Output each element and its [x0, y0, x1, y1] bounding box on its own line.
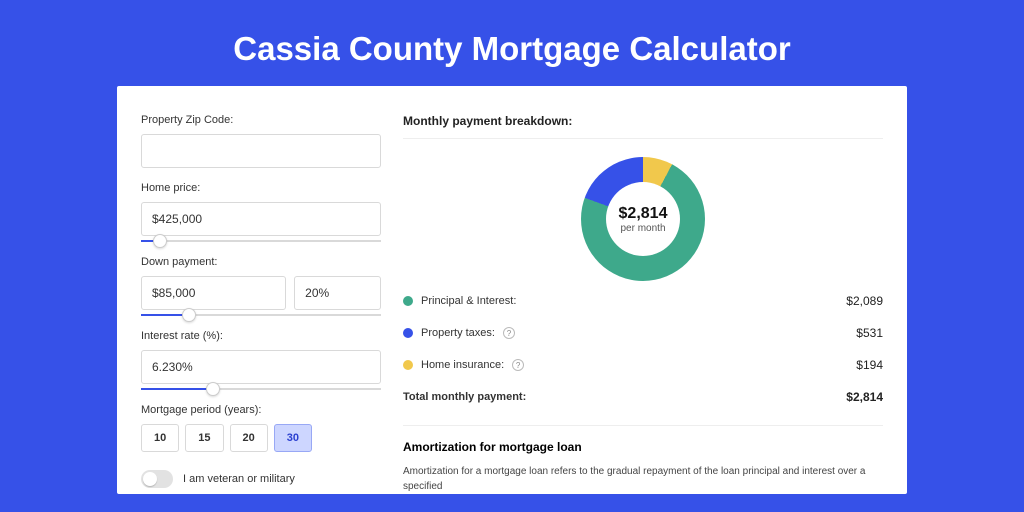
breakdown-label: Home insurance:: [421, 359, 504, 371]
total-label: Total monthly payment:: [403, 391, 526, 403]
down-field: Down payment:: [141, 256, 381, 316]
period-label: Mortgage period (years):: [141, 404, 381, 416]
form-column: Property Zip Code: Home price: Down paym…: [141, 114, 381, 494]
period-field: Mortgage period (years): 10152030: [141, 404, 381, 452]
donut-sub: per month: [619, 223, 668, 234]
veteran-toggle[interactable]: [141, 470, 173, 488]
breakdown-list: Principal & Interest: $2,089 Property taxe…: [403, 285, 883, 381]
amortization-title: Amortization for mortgage loan: [403, 440, 883, 454]
rate-input[interactable]: [141, 350, 381, 384]
breakdown-column: Monthly payment breakdown: $2,814 per mo…: [403, 114, 883, 494]
rate-slider-fill: [141, 388, 213, 390]
period-20[interactable]: 20: [230, 424, 268, 452]
price-field: Home price:: [141, 182, 381, 242]
info-icon[interactable]: ?: [512, 359, 524, 371]
total-row: Total monthly payment: $2,814: [403, 381, 883, 413]
donut-center: $2,814 per month: [619, 205, 668, 234]
toggle-knob: [143, 472, 157, 486]
down-label: Down payment:: [141, 256, 381, 268]
principal-swatch: [403, 296, 413, 306]
insurance-swatch: [403, 360, 413, 370]
taxes-swatch: [403, 328, 413, 338]
rate-slider[interactable]: [141, 388, 381, 390]
down-amount-input[interactable]: [141, 276, 286, 310]
amortization-text: Amortization for a mortgage loan refers …: [403, 464, 883, 494]
breakdown-title: Monthly payment breakdown:: [403, 114, 883, 128]
down-slider-thumb[interactable]: [182, 308, 196, 322]
breakdown-row: Property taxes:? $531: [403, 317, 883, 349]
period-15[interactable]: 15: [185, 424, 223, 452]
breakdown-amount: $2,089: [846, 294, 883, 308]
divider: [403, 138, 883, 139]
breakdown-row: Home insurance:? $194: [403, 349, 883, 381]
veteran-row: I am veteran or military: [141, 470, 381, 488]
zip-label: Property Zip Code:: [141, 114, 381, 126]
rate-field: Interest rate (%):: [141, 330, 381, 390]
breakdown-amount: $531: [856, 326, 883, 340]
period-30[interactable]: 30: [274, 424, 312, 452]
breakdown-row-left: Property taxes:?: [403, 327, 515, 339]
price-slider[interactable]: [141, 240, 381, 242]
breakdown-amount: $194: [856, 358, 883, 372]
amortization-section: Amortization for mortgage loan Amortizat…: [403, 425, 883, 494]
total-amount: $2,814: [846, 390, 883, 404]
rate-label: Interest rate (%):: [141, 330, 381, 342]
price-input[interactable]: [141, 202, 381, 236]
breakdown-label: Principal & Interest:: [421, 295, 516, 307]
down-percent-input[interactable]: [294, 276, 381, 310]
breakdown-row-left: Home insurance:?: [403, 359, 524, 371]
breakdown-row-left: Principal & Interest:: [403, 295, 516, 307]
calculator-card: Property Zip Code: Home price: Down paym…: [117, 86, 907, 494]
period-10[interactable]: 10: [141, 424, 179, 452]
donut-value: $2,814: [619, 205, 668, 223]
veteran-label: I am veteran or military: [183, 473, 295, 485]
donut-wrap: $2,814 per month: [403, 151, 883, 285]
price-label: Home price:: [141, 182, 381, 194]
down-slider[interactable]: [141, 314, 381, 316]
breakdown-row: Principal & Interest: $2,089: [403, 285, 883, 317]
info-icon[interactable]: ?: [503, 327, 515, 339]
page-title: Cassia County Mortgage Calculator: [0, 0, 1024, 86]
zip-field: Property Zip Code:: [141, 114, 381, 168]
rate-slider-thumb[interactable]: [206, 382, 220, 396]
donut-chart: $2,814 per month: [581, 157, 705, 281]
zip-input[interactable]: [141, 134, 381, 168]
breakdown-label: Property taxes:: [421, 327, 495, 339]
price-slider-thumb[interactable]: [153, 234, 167, 248]
period-row: 10152030: [141, 424, 381, 452]
